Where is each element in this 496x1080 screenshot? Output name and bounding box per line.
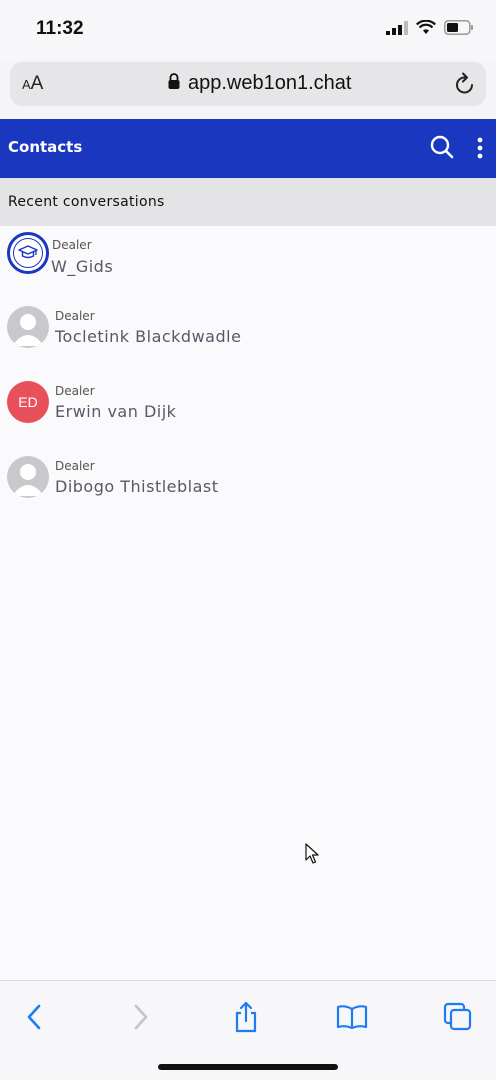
graduation-cap-icon — [13, 238, 43, 268]
avatar — [7, 306, 49, 348]
mouse-cursor-icon — [305, 843, 319, 869]
contact-role: Dealer — [55, 309, 95, 323]
contact-role: Dealer — [55, 384, 95, 398]
contact-item[interactable]: ED Dealer Erwin van Dijk — [0, 377, 496, 439]
person-icon — [12, 464, 44, 496]
person-icon — [12, 314, 44, 346]
page-title: Contacts — [8, 138, 83, 156]
text-size-button[interactable]: AA — [22, 73, 43, 95]
section-title: Recent conversations — [8, 194, 165, 210]
tabs-icon[interactable] — [438, 999, 478, 1035]
contact-item[interactable]: Dealer Tocletink Blackdwadle — [0, 302, 496, 364]
more-vertical-icon[interactable] — [476, 137, 484, 163]
contact-item[interactable]: Dealer W_Gids — [0, 228, 496, 290]
battery-icon — [444, 20, 474, 39]
contact-name: W_Gids — [51, 257, 114, 276]
signal-icon — [386, 20, 408, 39]
share-icon[interactable] — [226, 999, 266, 1035]
contact-item[interactable]: Dealer Dibogo Thistleblast — [0, 452, 496, 514]
contact-name: Dibogo Thistleblast — [55, 477, 219, 496]
contact-name: Tocletink Blackdwadle — [55, 327, 242, 346]
search-icon[interactable] — [430, 135, 454, 163]
contact-role: Dealer — [52, 238, 92, 252]
status-icons — [386, 19, 474, 39]
contact-name: Erwin van Dijk — [55, 402, 177, 421]
bookmarks-icon[interactable] — [332, 999, 372, 1035]
avatar-initials: ED — [18, 394, 38, 410]
section-header: Recent conversations — [0, 178, 496, 226]
status-time: 11:32 — [36, 18, 84, 39]
contact-role: Dealer — [55, 459, 95, 473]
url-text: app.web1on1.chat — [188, 72, 352, 94]
app-header: Contacts — [0, 119, 496, 178]
avatar: ED — [7, 381, 49, 423]
url-display[interactable]: app.web1on1.chat — [168, 72, 351, 95]
contact-list: Dealer W_Gids Dealer Tocletink Blackdwad… — [0, 226, 496, 980]
avatar — [7, 232, 49, 274]
back-icon[interactable] — [14, 999, 54, 1035]
lock-icon — [168, 72, 180, 95]
home-indicator — [158, 1064, 338, 1070]
reload-icon[interactable] — [454, 72, 476, 100]
forward-icon[interactable] — [121, 999, 161, 1035]
address-bar[interactable]: AA app.web1on1.chat — [10, 62, 486, 106]
wifi-icon — [416, 19, 436, 39]
status-bar: 11:32 — [0, 0, 496, 60]
avatar — [7, 456, 49, 498]
